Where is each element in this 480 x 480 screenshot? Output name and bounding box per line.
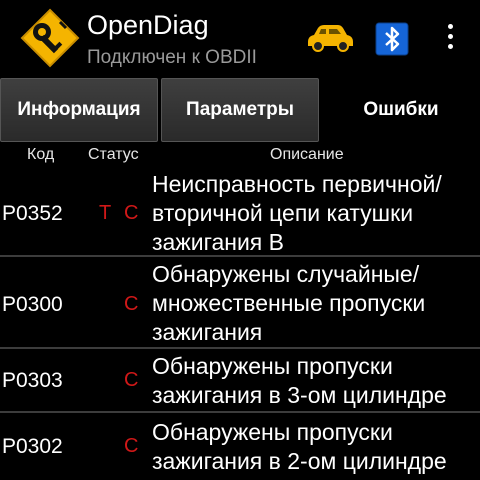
- action-bar: OpenDiag Подключен к OBDII: [0, 0, 480, 76]
- tab-parameters[interactable]: Параметры: [161, 78, 319, 142]
- error-description: Обнаружены пропуски зажигания в 3-ом цил…: [152, 353, 447, 408]
- car-icon[interactable]: [304, 22, 356, 54]
- error-code: P0302: [2, 435, 63, 458]
- error-description: Неисправность первичной/ вторичной цепи …: [152, 171, 442, 255]
- error-row[interactable]: P0302 C Обнаружены пропуски зажигания в …: [0, 413, 480, 480]
- bluetooth-icon[interactable]: [375, 22, 409, 56]
- error-list: P0352 T C Неисправность первичной/ втори…: [0, 167, 480, 480]
- app-title: OpenDiag: [87, 10, 209, 40]
- column-header-status: Статус: [88, 146, 139, 163]
- status-c: C: [124, 435, 139, 457]
- error-code: P0303: [2, 369, 63, 392]
- column-header-description: Описание: [270, 146, 344, 163]
- connection-status: Подключен к OBDII: [87, 47, 257, 68]
- column-header-code: Код: [27, 146, 55, 163]
- key-tag-icon[interactable]: [20, 8, 80, 68]
- error-code: P0300: [2, 293, 63, 316]
- tab-bar: Информация Параметры Ошибки: [0, 78, 480, 142]
- table-header: Код Статус Описание: [0, 144, 480, 166]
- error-code: P0352: [2, 202, 63, 225]
- status-c: C: [124, 293, 139, 315]
- error-row[interactable]: P0303 C Обнаружены пропуски зажигания в …: [0, 349, 480, 413]
- error-row[interactable]: P0352 T C Неисправность первичной/ втори…: [0, 167, 480, 257]
- error-description: Обнаружены пропуски зажигания в 2-ом цил…: [152, 419, 447, 474]
- tab-errors[interactable]: Ошибки: [322, 78, 480, 142]
- status-c: C: [124, 369, 139, 391]
- status-c: C: [124, 202, 139, 224]
- tab-information[interactable]: Информация: [0, 78, 158, 142]
- status-t: T: [99, 202, 112, 224]
- error-description: Обнаружены случайные/ множественные проп…: [152, 261, 426, 345]
- error-row[interactable]: P0300 C Обнаружены случайные/ множествен…: [0, 257, 480, 349]
- overflow-menu-icon[interactable]: [440, 24, 460, 56]
